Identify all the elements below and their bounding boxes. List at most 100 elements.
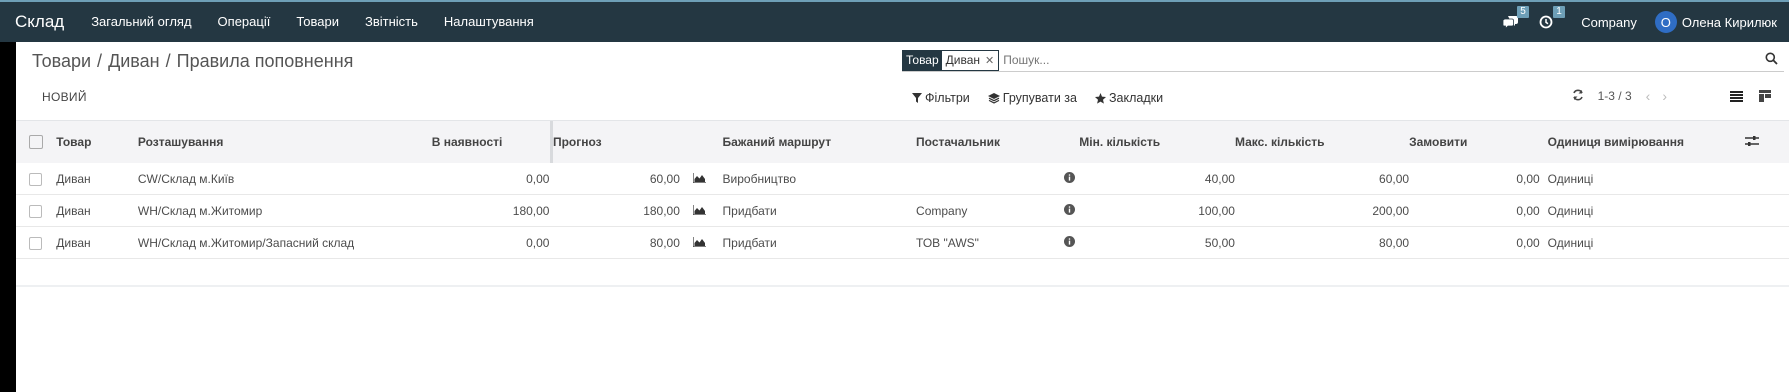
cell-on-hand: 180,00	[431, 194, 552, 227]
info-icon[interactable]	[1064, 171, 1076, 186]
column-min-qty[interactable]: Мін. кількість	[1079, 121, 1235, 163]
navbar-systray: 5 1 Company О Олена Кирилюк	[1497, 2, 1789, 42]
star-icon	[1094, 92, 1106, 104]
facet-label: Товар	[903, 50, 942, 70]
row-checkbox[interactable]	[29, 172, 42, 186]
column-location[interactable]: Розташування	[138, 121, 432, 163]
page-title: Правила поповнення	[176, 51, 354, 71]
pager-value[interactable]: 1-3 / 3	[1598, 89, 1632, 103]
cell-max-qty[interactable]: 80,00	[1234, 226, 1410, 259]
cell-to-order[interactable]: 0,00	[1409, 226, 1540, 259]
table-header: Товар Розташування В наявності Прогноз Б…	[16, 121, 1789, 163]
cell-route[interactable]: Придбати	[712, 194, 917, 227]
cell-location[interactable]: WH/Склад м.Житомир/Запасний склад	[137, 226, 432, 259]
pager-next-icon[interactable]: ›	[1662, 88, 1667, 104]
favorites-button[interactable]: Закладки	[1094, 91, 1164, 105]
cell-max-qty[interactable]: 60,00	[1234, 163, 1410, 195]
cell-min-qty[interactable]: 100,00	[1079, 194, 1235, 227]
main-navbar: Склад Загальний огляд Операції Товари Зв…	[0, 2, 1789, 42]
menu-overview[interactable]: Загальний огляд	[78, 2, 204, 42]
search-icon[interactable]	[1765, 52, 1778, 70]
filters-button[interactable]: Фільтри	[912, 91, 970, 105]
column-max-qty[interactable]: Макс. кількість	[1235, 121, 1409, 163]
replenishment-table: Товар Розташування В наявності Прогноз Б…	[16, 121, 1789, 259]
main-content: Товари / Диван / Правила поповнення Товар Ди…	[16, 42, 1789, 392]
cell-uom[interactable]: Одиниці	[1539, 194, 1746, 227]
user-menu[interactable]: О Олена Кирилюк	[1654, 11, 1777, 33]
cell-min-qty[interactable]: 40,00	[1079, 163, 1235, 195]
optional-columns-toggle[interactable]	[1745, 121, 1789, 163]
forecast-graph-cell	[679, 226, 713, 259]
column-forecast[interactable]: Прогноз	[551, 121, 679, 163]
column-forecast-graph	[680, 121, 713, 163]
menu-products[interactable]: Товари	[283, 2, 352, 42]
area-chart-icon[interactable]	[692, 172, 706, 184]
activities-count-badge: 1	[1553, 6, 1565, 18]
column-uom[interactable]: Одиниця вимірювання	[1540, 121, 1746, 163]
groupby-button[interactable]: Групувати за	[987, 91, 1077, 105]
company-switcher[interactable]: Company	[1581, 15, 1637, 30]
clock-icon	[1539, 15, 1553, 29]
table-row[interactable]: Диван CW/Склад м.Київ 0,00 60,00 Виробни…	[16, 163, 1789, 195]
cell-product[interactable]: Диван	[56, 226, 138, 259]
row-spacer	[1745, 226, 1789, 259]
cell-vendor[interactable]	[916, 163, 1080, 195]
cell-vendor[interactable]: Company	[916, 194, 1080, 227]
table-footer	[16, 259, 1789, 287]
info-icon[interactable]	[1064, 203, 1076, 218]
control-panel: Товари / Диван / Правила поповнення Товар Ди…	[16, 42, 1789, 121]
table-row[interactable]: Диван WH/Склад м.Житомир 180,00 180,00 П…	[16, 194, 1789, 227]
favorites-label: Закладки	[1108, 91, 1164, 105]
cell-product[interactable]: Диван	[56, 194, 138, 227]
row-select-cell	[16, 163, 57, 195]
breadcrumb-products[interactable]: Товари	[32, 51, 91, 71]
messages-button[interactable]: 5	[1503, 6, 1529, 29]
pager-previous-icon[interactable]: ‹	[1646, 88, 1651, 104]
activities-button[interactable]: 1	[1539, 6, 1565, 29]
row-select-cell	[16, 194, 57, 227]
cell-location[interactable]: CW/Склад м.Київ	[137, 163, 432, 195]
forecast-graph-cell	[679, 163, 713, 195]
app-brand[interactable]: Склад	[0, 12, 78, 32]
column-on-hand[interactable]: В наявності	[431, 121, 553, 163]
cell-min-qty[interactable]: 50,00	[1079, 226, 1235, 259]
kanban-view-icon[interactable]	[1759, 89, 1771, 107]
new-button[interactable]: НОВИЙ	[42, 90, 87, 104]
cell-to-order[interactable]: 0,00	[1409, 194, 1540, 227]
column-vendor[interactable]: Постачальник	[916, 121, 1079, 163]
list-view-icon[interactable]	[1730, 89, 1743, 107]
facet-value: Диван	[945, 52, 981, 67]
area-chart-icon[interactable]	[692, 236, 706, 248]
select-all-checkbox[interactable]	[29, 135, 43, 150]
area-chart-icon[interactable]	[692, 204, 706, 216]
cell-route[interactable]: Виробництво	[712, 163, 917, 195]
cell-product[interactable]: Диван	[56, 163, 138, 195]
menu-configuration[interactable]: Налаштування	[431, 2, 547, 42]
filter-icon	[912, 93, 922, 103]
table-row[interactable]: Диван WH/Склад м.Житомир/Запасний склад …	[16, 226, 1789, 259]
menu-reporting[interactable]: Звітність	[352, 2, 431, 42]
facet-remove-icon[interactable]: ✕	[984, 54, 998, 67]
refresh-icon[interactable]	[1572, 88, 1584, 104]
info-icon[interactable]	[1064, 235, 1076, 250]
row-checkbox[interactable]	[29, 236, 42, 250]
cell-route[interactable]: Придбати	[712, 226, 917, 259]
search-input[interactable]	[1003, 53, 1784, 67]
column-route[interactable]: Бажаний маршрут	[713, 121, 917, 163]
breadcrumb-separator: /	[97, 51, 103, 71]
breadcrumb-product[interactable]: Диван	[108, 51, 160, 71]
cell-uom[interactable]: Одиниці	[1539, 226, 1746, 259]
column-to-order[interactable]: Замовити	[1409, 121, 1540, 163]
column-product[interactable]: Товар	[56, 121, 138, 163]
cell-location[interactable]: WH/Склад м.Житомир	[137, 194, 432, 227]
view-switcher	[1714, 89, 1771, 107]
row-spacer	[1745, 194, 1789, 227]
cell-forecast: 180,00	[551, 194, 680, 227]
menu-operations[interactable]: Операції	[205, 2, 284, 42]
cell-uom[interactable]: Одиниці	[1539, 163, 1746, 195]
cell-max-qty[interactable]: 200,00	[1234, 194, 1410, 227]
cell-to-order[interactable]: 0,00	[1409, 163, 1540, 195]
cell-vendor[interactable]: ТОВ "AWS"	[916, 226, 1080, 259]
vendor-name: Company	[916, 203, 968, 218]
row-checkbox[interactable]	[29, 204, 42, 218]
